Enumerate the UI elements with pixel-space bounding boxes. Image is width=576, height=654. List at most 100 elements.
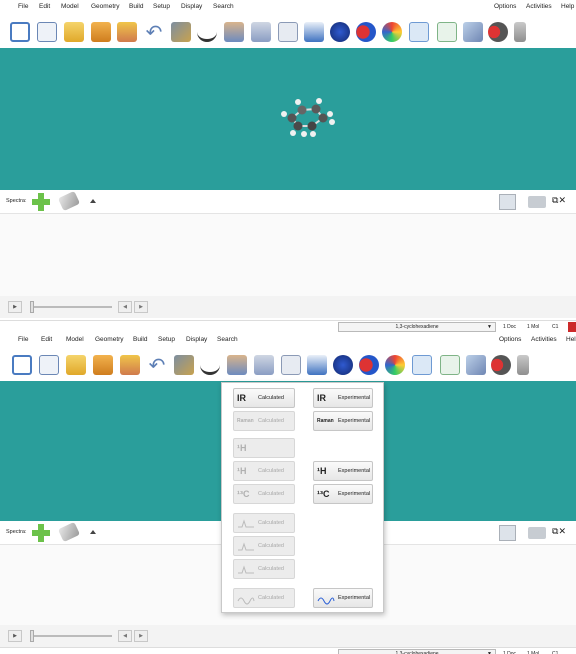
save-icon[interactable] <box>117 22 137 42</box>
view-glasses-icon[interactable] <box>200 355 220 375</box>
molecule-selector[interactable]: 1,3-cyclohexadiene ▼ <box>338 649 496 654</box>
h1-nmr-experimental-button[interactable]: ¹H Experimental <box>313 461 373 481</box>
open-recent-icon[interactable] <box>91 22 111 42</box>
printer-icon[interactable] <box>528 196 546 208</box>
surface-icon[interactable] <box>278 22 298 42</box>
menu-edit[interactable]: Edit <box>41 336 52 343</box>
database-icon[interactable] <box>491 355 511 375</box>
spectrum-icon[interactable] <box>412 355 432 375</box>
menu-setup[interactable]: Setup <box>153 3 170 10</box>
orbital-icon[interactable] <box>330 22 350 42</box>
molecule-viewport[interactable] <box>0 48 576 190</box>
undo-icon[interactable]: ↶ <box>144 22 164 42</box>
menu-options[interactable]: Options <box>494 3 516 10</box>
build-tools-icon[interactable] <box>171 22 191 42</box>
properties-icon[interactable] <box>440 355 460 375</box>
float-panel-icon[interactable]: ⧉✕ <box>552 527 566 537</box>
reaction-icon[interactable] <box>466 355 486 375</box>
settings-icon[interactable] <box>514 22 526 42</box>
menu-geometry[interactable]: Geometry <box>95 336 124 343</box>
next-frame-icon[interactable]: ▶ <box>134 301 148 313</box>
play-icon[interactable]: ▶ <box>8 630 22 642</box>
ir-glyph: IR <box>317 393 326 403</box>
menu-search[interactable]: Search <box>213 3 234 10</box>
undo-icon[interactable]: ↶ <box>147 355 167 375</box>
uvvis-experimental-button[interactable]: Experimental <box>313 588 373 608</box>
status-bar: 1,3-cyclohexadiene ▼ 1 Doc 1 Mol C1 <box>0 647 576 654</box>
calculation-wizard-icon[interactable] <box>251 22 271 42</box>
build-tools-icon[interactable] <box>174 355 194 375</box>
settings-icon[interactable] <box>517 355 529 375</box>
c13-glyph: ¹³C <box>317 489 330 499</box>
setup-job-icon[interactable] <box>227 355 247 375</box>
molecular-orbitals-icon[interactable] <box>356 22 376 42</box>
save-icon[interactable] <box>120 355 140 375</box>
new-document-icon[interactable] <box>10 22 30 42</box>
spectrum-icon[interactable] <box>409 22 429 42</box>
menu-build[interactable]: Build <box>129 3 143 10</box>
next-frame-icon[interactable]: ▶ <box>134 630 148 642</box>
edit-document-icon[interactable] <box>37 22 57 42</box>
frame-slider[interactable] <box>34 635 112 637</box>
caret-up-icon[interactable] <box>90 199 96 203</box>
raman-experimental-button[interactable]: Raman Experimental <box>313 411 373 431</box>
mol-count: 1 Mol <box>527 324 540 330</box>
menu-display[interactable]: Display <box>186 336 207 343</box>
potential-map-icon[interactable] <box>382 22 402 42</box>
open-folder-icon[interactable] <box>64 22 84 42</box>
setup-job-icon[interactable] <box>224 22 244 42</box>
orbital-icon[interactable] <box>333 355 353 375</box>
spectra-plot-area[interactable] <box>0 214 576 296</box>
document-icon[interactable] <box>307 355 327 375</box>
properties-icon[interactable] <box>437 22 457 42</box>
menu-model[interactable]: Model <box>61 3 79 10</box>
menu-search[interactable]: Search <box>217 336 238 343</box>
eraser-icon[interactable] <box>57 521 81 543</box>
caret-up-icon[interactable] <box>90 530 96 534</box>
reaction-icon[interactable] <box>463 22 483 42</box>
menu-geometry[interactable]: Geometry <box>91 3 120 10</box>
save-spectra-icon[interactable] <box>499 525 516 541</box>
add-spectrum-icon[interactable] <box>31 193 51 211</box>
float-panel-icon[interactable]: ⧉✕ <box>552 196 566 206</box>
alert-indicator[interactable] <box>568 322 576 332</box>
menu-help[interactable]: Help <box>566 336 576 343</box>
printer-icon[interactable] <box>528 527 546 539</box>
ir-calculated-button[interactable]: IR Calculated <box>233 388 295 408</box>
main-toolbar: ↶ <box>0 347 576 381</box>
menu-file[interactable]: File <box>18 336 28 343</box>
calculation-wizard-icon[interactable] <box>254 355 274 375</box>
open-recent-icon[interactable] <box>93 355 113 375</box>
save-spectra-icon[interactable] <box>499 194 516 210</box>
menu-file[interactable]: File <box>18 3 28 10</box>
menu-edit[interactable]: Edit <box>39 3 50 10</box>
menu-activities[interactable]: Activities <box>526 3 552 10</box>
menu-model[interactable]: Model <box>66 336 84 343</box>
menu-display[interactable]: Display <box>181 3 202 10</box>
menu-setup[interactable]: Setup <box>158 336 175 343</box>
new-document-icon[interactable] <box>12 355 32 375</box>
menu-help[interactable]: Help <box>561 3 574 10</box>
menu-options[interactable]: Options <box>499 336 521 343</box>
menu-build[interactable]: Build <box>133 336 147 343</box>
molecular-orbitals-icon[interactable] <box>359 355 379 375</box>
frame-slider[interactable] <box>34 306 112 308</box>
surface-icon[interactable] <box>281 355 301 375</box>
ir-experimental-button[interactable]: IR Experimental <box>313 388 373 408</box>
edit-document-icon[interactable] <box>39 355 59 375</box>
potential-map-icon[interactable] <box>385 355 405 375</box>
database-icon[interactable] <box>488 22 508 42</box>
document-icon[interactable] <box>304 22 324 42</box>
menu-activities[interactable]: Activities <box>531 336 557 343</box>
c13-nmr-experimental-button[interactable]: ¹³C Experimental <box>313 484 373 504</box>
previous-frame-icon[interactable]: ◀ <box>118 301 132 313</box>
eraser-icon[interactable] <box>57 190 81 212</box>
play-icon[interactable]: ▶ <box>8 301 22 313</box>
raman-experimental-label: Experimental <box>338 418 371 424</box>
molecule-selector[interactable]: 1,3-cyclohexadiene ▼ <box>338 322 496 332</box>
open-folder-icon[interactable] <box>66 355 86 375</box>
previous-frame-icon[interactable]: ◀ <box>118 630 132 642</box>
add-spectrum-icon[interactable] <box>31 524 51 542</box>
uvvis-wave-icon <box>237 597 255 605</box>
view-glasses-icon[interactable] <box>197 22 217 42</box>
